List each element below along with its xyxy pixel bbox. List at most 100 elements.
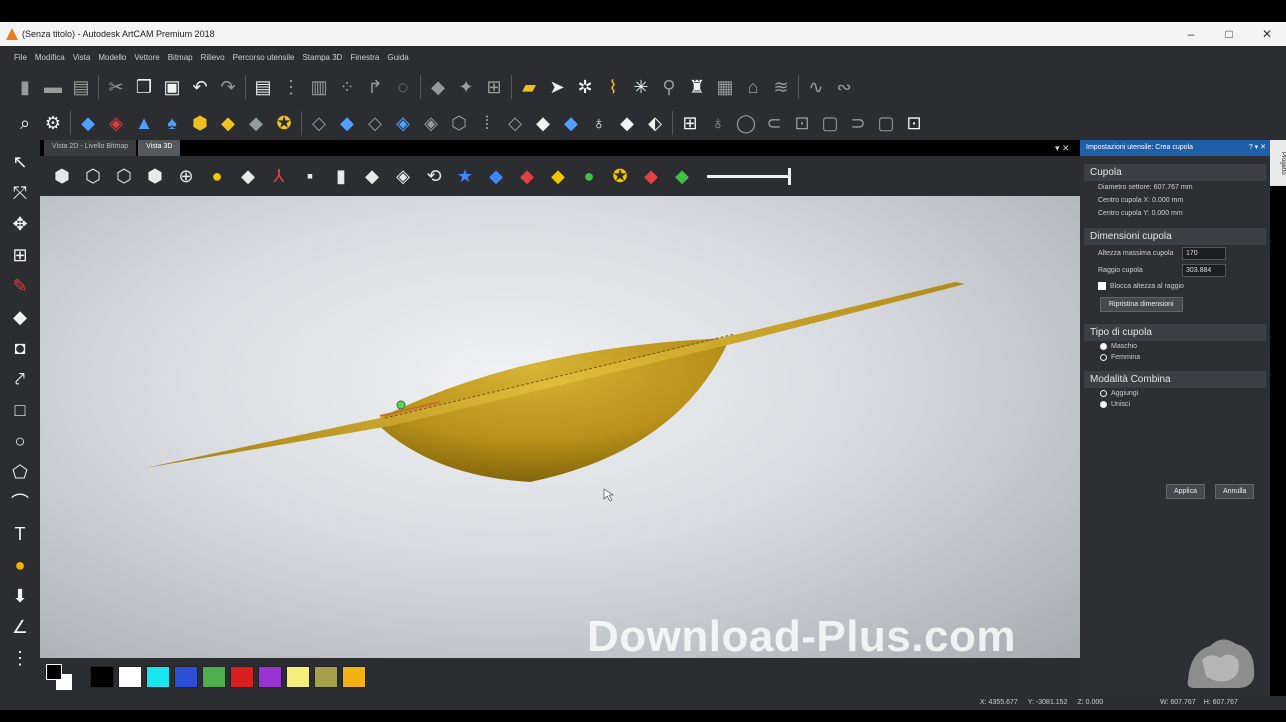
eraser-icon[interactable]: ◈ [105,112,127,134]
save-icon[interactable]: ▤ [70,76,92,98]
menu-percorso-utensile[interactable]: Percorso utensile [233,53,295,62]
apply-button[interactable]: Applica [1166,484,1205,499]
cut-icon[interactable]: ✂ [105,76,127,98]
paste-icon[interactable]: ▣ [161,76,183,98]
zoom-icon[interactable]: ⌕ [14,112,36,134]
relief-yellow-icon[interactable]: ◆ [217,112,239,134]
radio-unisci[interactable]: Unisci [1084,399,1266,410]
color-swatch-green[interactable] [202,666,226,688]
stack-view-icon[interactable]: ◆ [484,164,508,188]
text-icon[interactable]: T [8,522,32,546]
max-height-input[interactable]: 170 [1182,247,1226,260]
radio-femmina-dot[interactable] [1100,354,1107,361]
tab-vista-3d[interactable]: Vista 3D [138,140,181,156]
panel-pin-close-icon[interactable]: ▾ ✕ [1055,143,1070,154]
node-edit-icon[interactable]: ⤧ [8,181,32,205]
menu-file[interactable]: File [14,53,27,62]
layer-grey-icon[interactable]: ◈ [420,112,442,134]
radio-unisci-dot[interactable] [1100,401,1107,408]
select-arrow-icon[interactable]: ↖ [8,150,32,174]
menu-stampa-3d[interactable]: Stampa 3D [302,53,342,62]
yellow-plane-icon[interactable]: ◆ [546,164,570,188]
curve-sel-icon[interactable]: ⊃ [847,112,869,134]
tab-vista-2d[interactable]: Vista 2D - Livello Bitmap [44,140,137,156]
circle-dots-icon[interactable]: ◌ [392,76,414,98]
bulb-icon[interactable]: ♁ [707,112,729,134]
foreground-color-swatch[interactable] [46,664,62,680]
arc-icon[interactable]: ⌒ [8,491,32,515]
color-swatch-gold[interactable] [342,666,366,688]
lasso-icon[interactable]: ◘ [8,336,32,360]
fg-bg-color-selector[interactable] [46,664,72,690]
menu-bitmap[interactable]: Bitmap [168,53,193,62]
center-handle[interactable] [396,400,406,410]
layout-icon[interactable]: ▦ [714,76,736,98]
grid-icon[interactable]: ⋮ [280,76,302,98]
camera-icon[interactable]: ▪ [298,164,322,188]
tilted-plane-icon[interactable]: ◈ [391,164,415,188]
reset-dimensions-button[interactable]: Ripristina dimensioni [1100,297,1183,312]
copy-icon[interactable]: ❐ [133,76,155,98]
swirl-icon[interactable]: ∾ [833,76,855,98]
vertical-dots-icon[interactable]: ⁞ [476,112,498,134]
menu-modello[interactable]: Modello [98,53,126,62]
rainbow-icon[interactable]: ◆ [670,164,694,188]
wave-icon[interactable]: ∿ [805,76,827,98]
menu-finestra[interactable]: Finestra [350,53,379,62]
fill-drop-icon[interactable]: ● [8,553,32,577]
blue-plane-icon[interactable]: ◆ [336,112,358,134]
square-sel-icon[interactable]: ▢ [875,112,897,134]
section-combina-heading[interactable]: Modalità Combina [1084,371,1266,388]
color-swatch-black[interactable] [90,666,114,688]
add-icon[interactable]: ⊞ [679,112,701,134]
menu-guida[interactable]: Guida [387,53,408,62]
more-tools-icon[interactable]: ⋮ [8,646,32,670]
layer-blue-icon[interactable]: ◈ [392,112,414,134]
radio-aggiungi[interactable]: Aggiungi [1084,388,1266,399]
section-cupola-heading[interactable]: Cupola [1084,164,1266,181]
star-view-icon[interactable]: ★ [453,164,477,188]
top-view-icon[interactable]: ⬢ [143,164,167,188]
lock-height-row[interactable]: Blocca altezza al raggio [1084,279,1266,293]
light-bulb-icon[interactable]: ● [205,164,229,188]
dotted-sel-icon[interactable]: ⊡ [791,112,813,134]
rectangle-icon[interactable]: □ [8,398,32,422]
ellipse-sel-icon[interactable]: ⊂ [763,112,785,134]
pointer-icon[interactable]: ↱ [364,76,386,98]
polyline-icon[interactable]: ⤤ [8,367,32,391]
color-swatch-red[interactable] [230,666,254,688]
diamond-icon[interactable]: ◆ [616,112,638,134]
relief-blue-1-icon[interactable]: ◆ [77,112,99,134]
star-image-icon[interactable]: ✪ [273,112,295,134]
radio-maschio-dot[interactable] [1100,343,1107,350]
color-swatch-white[interactable] [118,666,142,688]
grey-plane-view-icon[interactable]: ◆ [360,164,384,188]
menu-modifica[interactable]: Modifica [35,53,65,62]
menu-vettore[interactable]: Vettore [134,53,159,62]
menu-rilievo[interactable]: Rilievo [201,53,225,62]
radio-femmina[interactable]: Femmina [1084,352,1266,363]
axes-icon[interactable]: ⅄ [267,164,291,188]
project-side-tab[interactable]: Progetto [1270,140,1286,186]
measure-icon[interactable]: ∠ [8,615,32,639]
polygon-icon[interactable]: ⬠ [8,460,32,484]
zoom-view-icon[interactable]: ⊕ [174,164,198,188]
circle-icon[interactable]: ○ [8,429,32,453]
lock-height-checkbox[interactable] [1098,282,1106,290]
redo-icon[interactable]: ↷ [217,76,239,98]
front-view-icon[interactable]: ⬡ [81,164,105,188]
slider-knob[interactable] [788,167,791,185]
spark-icon[interactable]: ✲ [574,76,596,98]
relief-blue-3-icon[interactable]: ♠ [161,112,183,134]
layers-icon[interactable]: ⬖ [644,112,666,134]
sculpt-icon[interactable]: ♜ [686,76,708,98]
boxed-cross-icon[interactable]: ⊡ [903,112,925,134]
menu-vista[interactable]: Vista [73,53,91,62]
layer-flat-icon[interactable]: ◇ [504,112,526,134]
star-burst-icon[interactable]: ✳ [630,76,652,98]
open-folder-icon[interactable]: ▬ [42,76,64,98]
colored-diamond-icon[interactable]: ◆ [639,164,663,188]
side-view-icon[interactable]: ⬡ [112,164,136,188]
rotate-view-icon[interactable]: ⟲ [422,164,446,188]
plane-view-icon[interactable]: ◆ [236,164,260,188]
